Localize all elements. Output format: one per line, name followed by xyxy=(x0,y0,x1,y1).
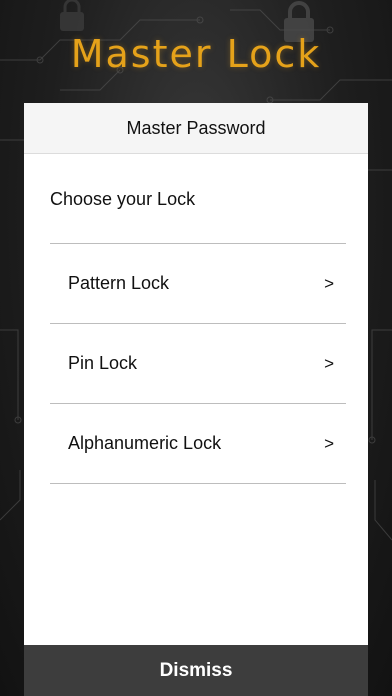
app-title: Master Lock xyxy=(70,32,322,76)
divider xyxy=(50,483,346,484)
dialog-header: Master Password xyxy=(24,103,368,154)
option-alphanumeric-lock[interactable]: Alphanumeric Lock > xyxy=(50,404,346,483)
lock-chooser-dialog: Master Password Choose your Lock Pattern… xyxy=(24,103,368,645)
chevron-right-icon: > xyxy=(324,273,334,293)
chevron-right-icon: > xyxy=(324,353,334,373)
option-pattern-lock[interactable]: Pattern Lock > xyxy=(50,244,346,323)
chevron-right-icon: > xyxy=(324,433,334,453)
option-label: Pin Lock xyxy=(68,353,138,373)
option-label: Alphanumeric Lock xyxy=(68,433,222,453)
section-label: Choose your Lock xyxy=(50,189,196,209)
dismiss-button[interactable]: Dismiss xyxy=(24,645,368,696)
master-lock-screen: Master Lock Master Password Choose your … xyxy=(0,0,392,696)
option-pin-lock[interactable]: Pin Lock > xyxy=(50,324,346,403)
dialog-title: Master Password xyxy=(126,117,266,138)
option-label: Pattern Lock xyxy=(68,273,170,293)
dismiss-label: Dismiss xyxy=(159,659,233,681)
